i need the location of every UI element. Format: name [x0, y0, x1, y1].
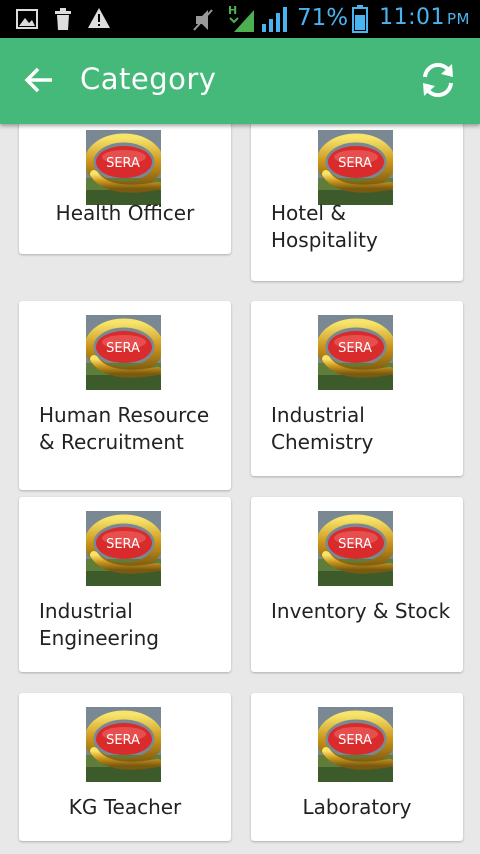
category-label: Health Officer: [55, 201, 195, 225]
svg-text:H: H: [228, 4, 237, 17]
category-card[interactable]: SERA Laboratory: [251, 693, 463, 841]
page-title: Category: [80, 62, 217, 96]
sera-logo-image: SERA: [318, 130, 393, 205]
svg-text:SERA: SERA: [338, 537, 372, 552]
sera-logo-image: SERA: [318, 315, 393, 390]
category-card[interactable]: SERA Inventory & Stock: [251, 497, 463, 672]
category-card[interactable]: SERA Human Resource & Recruitment: [19, 301, 231, 490]
category-card[interactable]: SERA Health Officer: [19, 124, 231, 254]
category-card[interactable]: SERA KG Teacher: [19, 693, 231, 841]
category-card[interactable]: SERA Industrial Engineering: [19, 497, 231, 672]
category-label: Laboratory: [302, 795, 412, 819]
time-ampm: PM: [447, 10, 470, 28]
battery-icon: [352, 5, 368, 33]
category-label: Industrial Chemistry: [271, 403, 374, 454]
signal-h-icon: H: [228, 4, 254, 32]
sera-logo-image: SERA: [86, 315, 161, 390]
category-grid: SERA Health Officer SERA Hotel & Hospita…: [0, 124, 480, 854]
svg-text:SERA: SERA: [106, 733, 140, 748]
category-label: Inventory & Stock: [271, 599, 451, 623]
time-value: 11:01: [379, 5, 445, 30]
battery-percent: 71%: [297, 5, 349, 31]
category-label: KG Teacher: [68, 795, 182, 819]
sera-logo-image: SERA: [86, 511, 161, 586]
status-bar: H 71% 11:01 PM: [0, 0, 480, 38]
category-card[interactable]: SERA Hotel & Hospitality: [251, 124, 463, 281]
mute-icon: [193, 9, 213, 31]
sera-logo-image: SERA: [318, 511, 393, 586]
signal-icon: [262, 7, 287, 32]
svg-text:SERA: SERA: [338, 341, 372, 356]
warning-icon: [88, 8, 110, 28]
back-button[interactable]: [22, 62, 58, 98]
sera-logo-image: SERA: [86, 707, 161, 782]
svg-text:SERA: SERA: [106, 156, 140, 171]
svg-text:SERA: SERA: [106, 537, 140, 552]
svg-text:SERA: SERA: [338, 156, 372, 171]
category-label: Industrial Engineering: [39, 599, 159, 650]
category-card[interactable]: SERA Industrial Chemistry: [251, 301, 463, 476]
arrow-left-icon: [24, 67, 52, 93]
svg-text:SERA: SERA: [106, 341, 140, 356]
sera-logo-image: SERA: [86, 130, 161, 205]
status-time: 11:01 PM: [379, 5, 470, 30]
category-label: Human Resource & Recruitment: [39, 403, 210, 454]
refresh-icon: [423, 62, 453, 98]
refresh-button[interactable]: [418, 60, 458, 100]
sera-logo-image: SERA: [318, 707, 393, 782]
category-label: Hotel & Hospitality: [271, 201, 378, 252]
image-icon: [16, 9, 38, 29]
app-bar: Category: [0, 38, 480, 124]
trash-icon: [55, 8, 71, 30]
svg-text:SERA: SERA: [338, 733, 372, 748]
